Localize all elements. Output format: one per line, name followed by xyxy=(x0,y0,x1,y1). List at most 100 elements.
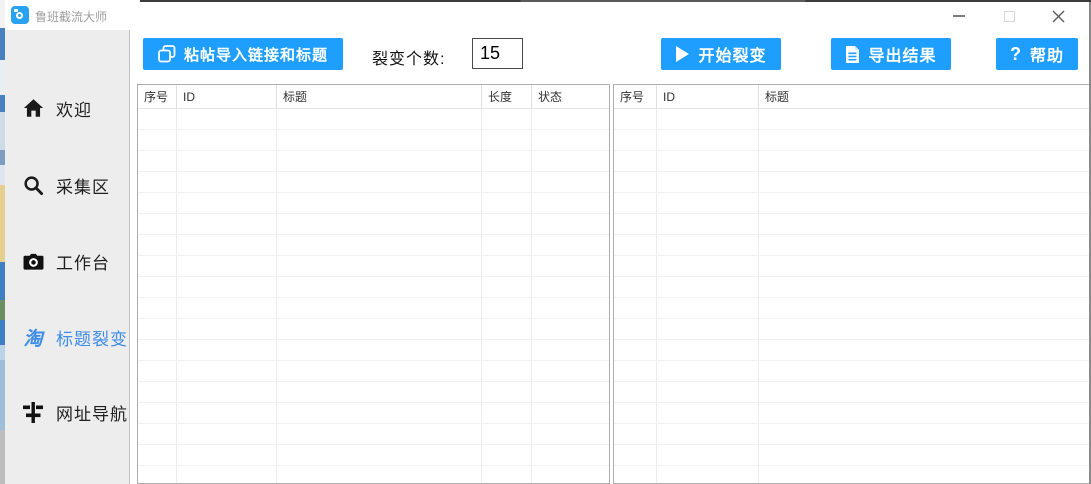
table-row[interactable] xyxy=(138,382,609,403)
table-row[interactable] xyxy=(138,403,609,424)
table-row[interactable] xyxy=(614,256,1089,277)
table-cell xyxy=(277,172,482,192)
table-row[interactable] xyxy=(138,130,609,151)
table-row[interactable] xyxy=(138,277,609,298)
table-cell xyxy=(482,361,532,381)
column-header-title: 标题 xyxy=(765,90,790,104)
table-body xyxy=(138,109,609,483)
start-fission-button[interactable]: 开始裂变 xyxy=(661,38,781,70)
table-row[interactable] xyxy=(614,130,1089,151)
table-cell xyxy=(614,424,657,444)
table-cell xyxy=(657,445,759,465)
table-cell xyxy=(277,193,482,213)
table-row[interactable] xyxy=(138,319,609,340)
table-cell xyxy=(532,466,609,483)
fission-count-label: 裂变个数: xyxy=(372,51,446,68)
table-cell xyxy=(277,235,482,255)
table-cell xyxy=(614,361,657,381)
table-cell xyxy=(482,298,532,318)
table-cell xyxy=(614,235,657,255)
help-button[interactable]: ? 帮助 xyxy=(996,38,1078,70)
close-button[interactable] xyxy=(1043,2,1073,30)
table-cell xyxy=(759,466,1089,483)
table-cell xyxy=(614,445,657,465)
table-row[interactable] xyxy=(138,424,609,445)
table-cell xyxy=(614,193,657,213)
table-cell xyxy=(614,466,657,483)
sidebar-item-label: 标题裂变 xyxy=(56,329,128,349)
table-cell xyxy=(482,382,532,402)
table-row[interactable] xyxy=(138,193,609,214)
sidebar-item-url-navigation[interactable]: 网址导航 xyxy=(5,396,129,428)
table-cell xyxy=(532,235,609,255)
table-row[interactable] xyxy=(614,382,1089,403)
table-cell xyxy=(532,319,609,339)
table-row[interactable] xyxy=(614,361,1089,382)
minimize-button[interactable] xyxy=(944,2,974,30)
desktop-background-strip xyxy=(0,0,5,484)
table-row[interactable] xyxy=(614,319,1089,340)
table-row[interactable] xyxy=(614,445,1089,466)
table-cell xyxy=(614,172,657,192)
table-cell xyxy=(759,340,1089,360)
paste-import-button[interactable]: 粘帖导入链接和标题 xyxy=(143,38,343,70)
table-cell xyxy=(759,256,1089,276)
desktop-background-strip-top xyxy=(140,0,1091,2)
table-cell xyxy=(759,424,1089,444)
table-cell xyxy=(277,130,482,150)
document-icon xyxy=(846,45,860,63)
close-icon xyxy=(1052,10,1064,22)
table-row[interactable] xyxy=(614,424,1089,445)
table-cell xyxy=(759,193,1089,213)
table-cell xyxy=(532,193,609,213)
table-row[interactable] xyxy=(614,277,1089,298)
table-row[interactable] xyxy=(614,172,1089,193)
table-cell xyxy=(759,298,1089,318)
table-row[interactable] xyxy=(614,151,1089,172)
table-row[interactable] xyxy=(138,214,609,235)
table-row[interactable] xyxy=(614,109,1089,130)
table-cell xyxy=(138,277,177,297)
fission-count-input[interactable] xyxy=(472,38,523,69)
table-cell xyxy=(532,340,609,360)
table-row[interactable] xyxy=(614,298,1089,319)
table-cell xyxy=(138,235,177,255)
sidebar-item-workbench[interactable]: 工作台 xyxy=(5,245,129,277)
table-row[interactable] xyxy=(138,466,609,483)
taobao-icon: 淘 xyxy=(23,328,43,350)
table-row[interactable] xyxy=(138,172,609,193)
table-row[interactable] xyxy=(614,214,1089,235)
table-row[interactable] xyxy=(138,445,609,466)
sidebar: 欢迎 采集区 工作台 淘 标题裂变 网址导航 xyxy=(5,30,130,484)
table-row[interactable] xyxy=(138,151,609,172)
table-row[interactable] xyxy=(614,193,1089,214)
table-cell xyxy=(532,109,609,129)
table-row[interactable] xyxy=(614,466,1089,483)
table-cell xyxy=(482,235,532,255)
table-cell xyxy=(177,277,277,297)
table-row[interactable] xyxy=(138,109,609,130)
table-row[interactable] xyxy=(138,256,609,277)
table-cell xyxy=(657,172,759,192)
sidebar-item-title-fission[interactable]: 淘 标题裂变 xyxy=(5,321,129,353)
column-header-index: 序号 xyxy=(138,85,177,108)
sidebar-item-label: 采集区 xyxy=(56,177,110,197)
sidebar-item-welcome[interactable]: 欢迎 xyxy=(5,92,129,124)
table-cell xyxy=(532,424,609,444)
table-row[interactable] xyxy=(138,361,609,382)
table-row[interactable] xyxy=(138,298,609,319)
table-row[interactable] xyxy=(138,235,609,256)
table-cell xyxy=(177,382,277,402)
sidebar-item-collection[interactable]: 采集区 xyxy=(5,169,129,201)
table-cell xyxy=(277,445,482,465)
table-row[interactable] xyxy=(138,340,609,361)
table-row[interactable] xyxy=(614,235,1089,256)
table-cell xyxy=(277,298,482,318)
table-cell xyxy=(177,130,277,150)
maximize-button[interactable] xyxy=(994,2,1024,30)
table-row[interactable] xyxy=(614,403,1089,424)
table-row[interactable] xyxy=(614,340,1089,361)
export-results-button[interactable]: 导出结果 xyxy=(831,38,951,70)
table-cell xyxy=(277,403,482,423)
table-cell xyxy=(277,256,482,276)
